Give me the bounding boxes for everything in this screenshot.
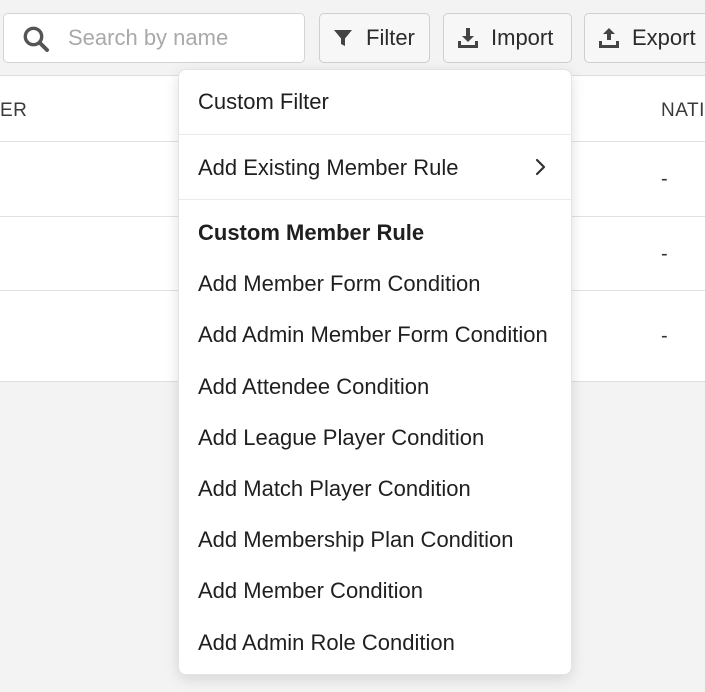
menu-divider <box>179 134 571 135</box>
import-icon <box>458 28 478 48</box>
import-button-label: Import <box>491 25 554 50</box>
filter-button[interactable]: Filter <box>319 13 430 63</box>
menu-item-attendee-condition[interactable]: Add Attendee Condition <box>198 374 429 400</box>
menu-item-league-player-condition[interactable]: Add League Player Condition <box>198 425 484 451</box>
menu-section-heading: Custom Member Rule <box>198 220 425 245</box>
toolbar: Filter Import Export <box>0 0 705 76</box>
menu-item-match-player-condition[interactable]: Add Match Player Condition <box>198 476 471 502</box>
menu-item-add-existing-member-rule[interactable]: Add Existing Member Rule <box>198 155 458 181</box>
menu-item-admin-role-condition[interactable]: Add Admin Role Condition <box>198 630 455 656</box>
menu-item-membership-plan-condition[interactable]: Add Membership Plan Condition <box>198 527 514 553</box>
column-header[interactable]: ER <box>0 100 27 122</box>
column-header[interactable]: NATI <box>661 100 705 122</box>
menu-item-member-form-condition[interactable]: Add Member Form Condition <box>198 271 480 297</box>
filter-icon <box>334 30 352 46</box>
search-input[interactable] <box>68 23 293 53</box>
table-cell: - <box>661 243 668 265</box>
menu-item-member-condition[interactable]: Add Member Condition <box>198 578 423 604</box>
import-button[interactable]: Import <box>443 13 572 63</box>
chevron-right-icon <box>535 158 546 176</box>
table-cell: - <box>661 325 668 347</box>
export-button-label: Export <box>632 25 696 50</box>
search-icon <box>23 26 49 52</box>
menu-item-custom-filter[interactable]: Custom Filter <box>198 89 329 115</box>
table-cell: - <box>661 168 668 190</box>
search-box[interactable] <box>3 13 305 63</box>
filter-dropdown-menu: Custom Filter Add Existing Member Rule C… <box>178 69 572 675</box>
menu-divider <box>179 199 571 200</box>
filter-button-label: Filter <box>366 25 415 50</box>
menu-item-admin-member-form-condition[interactable]: Add Admin Member Form Condition <box>198 322 548 348</box>
export-button[interactable]: Export <box>584 13 705 63</box>
export-icon <box>599 28 619 48</box>
